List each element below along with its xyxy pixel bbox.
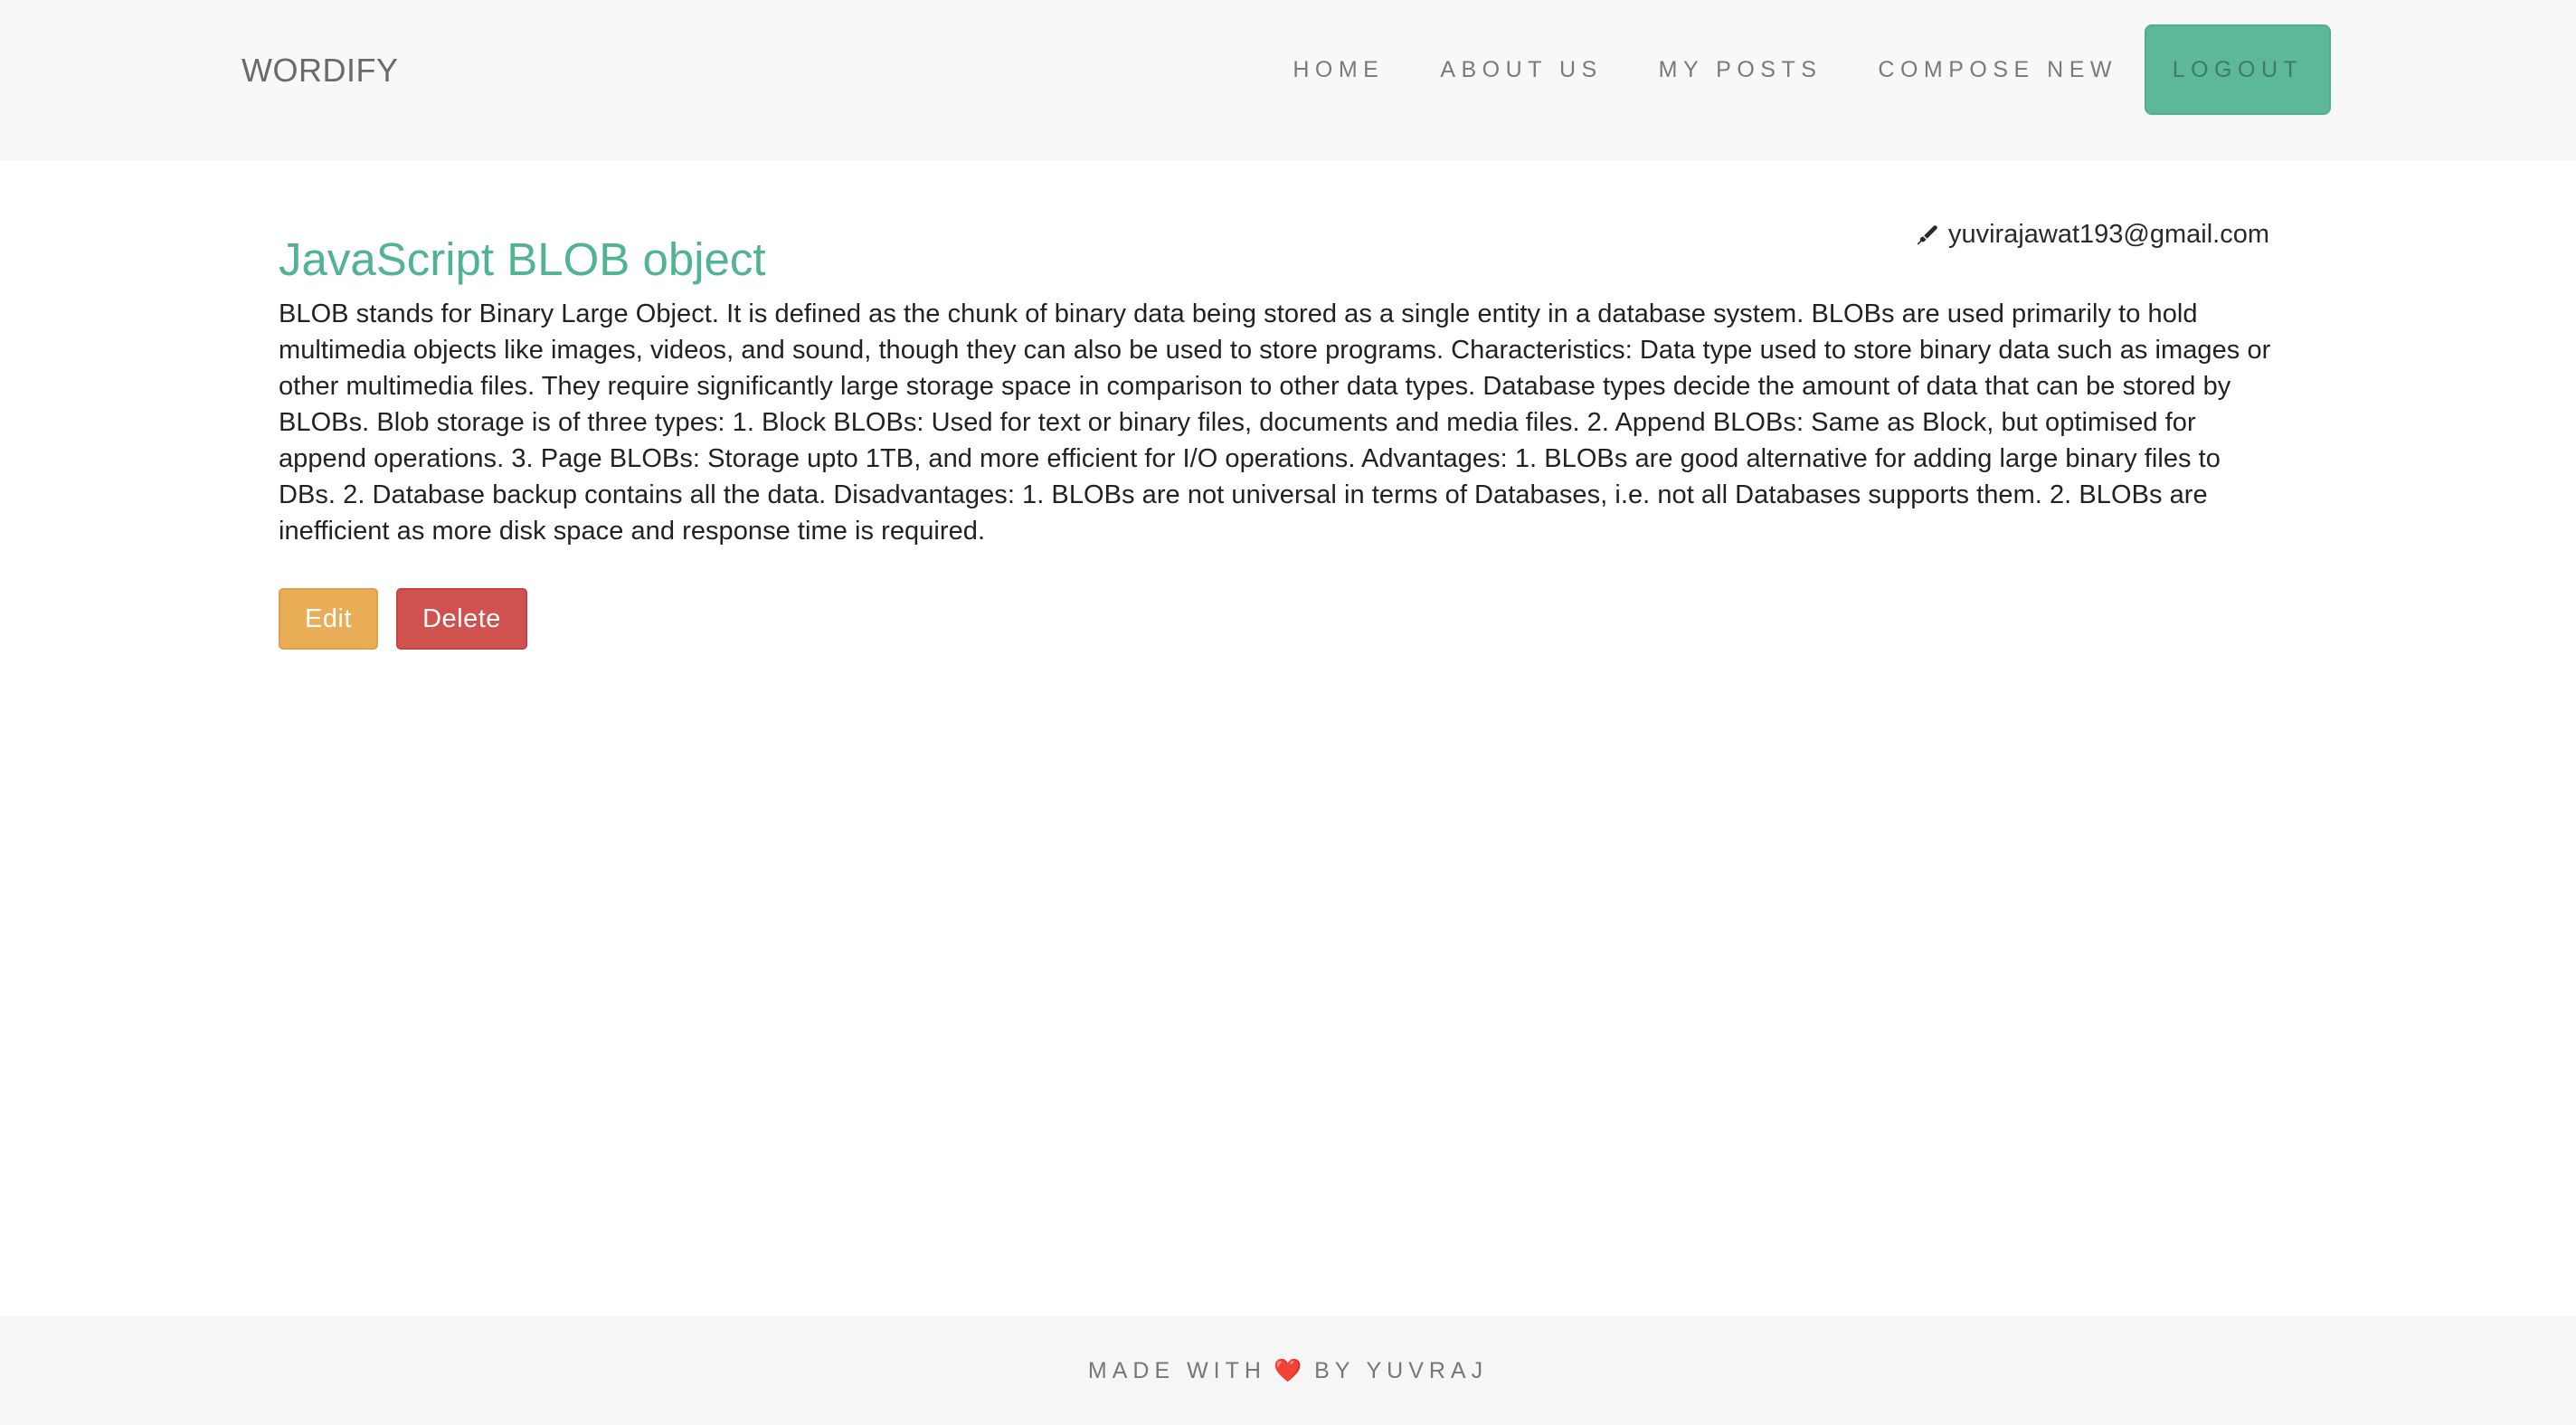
logout-button[interactable]: LOGOUT (2145, 24, 2331, 115)
author-email: yuvirajawat193@gmail.com (1947, 220, 2269, 249)
footer-suffix: BY YUVRAJ (1314, 1357, 1489, 1383)
nav-link-compose-new[interactable]: COMPOSE NEW (1878, 57, 2117, 83)
nav-links: HOME ABOUT US MY POSTS COMPOSE NEW LOGOU… (1293, 24, 2331, 115)
footer-prefix: MADE WITH (1087, 1357, 1266, 1383)
navbar: WORDIFY HOME ABOUT US MY POSTS COMPOSE N… (0, 0, 2576, 160)
post-actions: Edit Delete (279, 588, 527, 650)
post-author: yuvirajawat193@gmail.com (1916, 220, 2269, 250)
brand-logo[interactable]: WORDIFY (242, 49, 398, 92)
post-title: JavaScript BLOB object (279, 233, 766, 285)
edit-button[interactable]: Edit (279, 588, 378, 650)
delete-button[interactable]: Delete (396, 588, 527, 650)
nav-link-home[interactable]: HOME (1293, 57, 1384, 83)
nav-link-about-us[interactable]: ABOUT US (1440, 57, 1602, 83)
pen-icon (1917, 224, 1937, 244)
post-body: BLOB stands for Binary Large Object. It … (279, 299, 2271, 546)
nav-link-my-posts[interactable]: MY POSTS (1659, 57, 1823, 83)
heart-icon: ❤️ (1273, 1357, 1302, 1383)
footer: MADE WITH ❤️ BY YUVRAJ (0, 1316, 2576, 1425)
